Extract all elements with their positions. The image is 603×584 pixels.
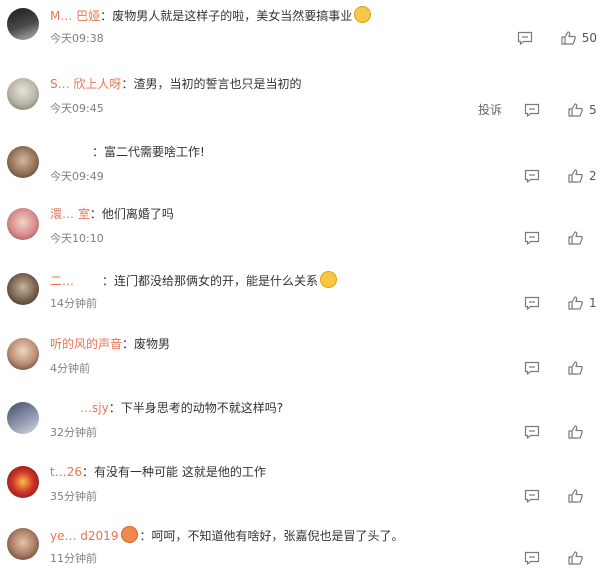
comment-text: 连门都没给那俩女的开，能是什么关系 <box>114 274 319 288</box>
comment-item: S… 欣上人呀：渣男，当初的誓言也只是当初的 今天09:45 投诉 5 <box>0 70 603 134</box>
username-link[interactable]: 二… <box>50 274 74 288</box>
reply-button[interactable] <box>524 551 568 565</box>
comment-item: 二… ：连门都没给那俩女的开，能是什么关系 14分钟前 1 <box>0 265 603 329</box>
comment-time: 今天09:49 <box>50 170 104 183</box>
username-link[interactable]: …sjy <box>50 401 109 415</box>
avatar[interactable] <box>7 466 39 498</box>
comment-item: 听的风的声音：废物男 4分钟前 <box>0 330 603 394</box>
thumbs-up-icon <box>568 425 583 439</box>
like-button[interactable] <box>568 425 597 439</box>
thumbs-up-icon <box>561 31 576 45</box>
like-count: 2 <box>589 169 597 183</box>
like-count: 50 <box>581 31 597 45</box>
comment-list: M… 巴娅：废物男人就是这样子的啦，美女当然要搞事业 今天09:38 50 S…… <box>0 0 603 572</box>
comment-time: 4分钟前 <box>50 362 90 375</box>
colon: ： <box>108 401 121 415</box>
fan-badge-icon <box>121 526 139 543</box>
reply-button[interactable] <box>524 296 568 310</box>
comment-text: 他们离婚了吗 <box>101 207 174 221</box>
comment-item: t…26：有没有一种可能 这就是他的工作 35分钟前 <box>0 458 603 522</box>
comment-item: …sjy：下半身思考的动物不就这样吗? 32分钟前 <box>0 394 603 458</box>
reply-button[interactable] <box>524 169 568 183</box>
like-count: 5 <box>589 102 597 117</box>
comment-time: 今天09:45 <box>50 102 104 115</box>
thumbs-up-icon <box>568 169 583 183</box>
comment-item: ye… d2019 ：呵呵，不知道他有啥好，张嘉倪也是冒了头了。 11分钟前 <box>0 520 603 584</box>
avatar[interactable] <box>7 528 39 560</box>
username-link[interactable]: t…26 <box>50 465 82 479</box>
thumbs-up-icon <box>568 361 583 375</box>
comment-time: 14分钟前 <box>50 297 97 310</box>
avatar[interactable] <box>7 78 39 110</box>
reply-button[interactable] <box>517 31 561 45</box>
username-link[interactable]: M… 巴娅 <box>50 9 100 23</box>
comment-time: 35分钟前 <box>50 490 97 503</box>
like-button[interactable] <box>568 361 597 375</box>
avatar[interactable] <box>7 338 39 370</box>
thumbs-up-icon <box>568 102 583 117</box>
like-button[interactable]: 5 <box>568 103 597 117</box>
comment-time: 11分钟前 <box>50 552 97 565</box>
thumbs-up-icon <box>568 231 583 245</box>
colon: ： <box>122 337 135 351</box>
colon: ： <box>139 529 152 543</box>
comment-item: ：富二代需要啥工作! 今天09:49 2 <box>0 138 603 202</box>
like-button[interactable]: 2 <box>568 169 597 183</box>
colon: ： <box>92 145 105 159</box>
like-button[interactable]: 50 <box>561 31 597 45</box>
comment-icon <box>524 103 540 117</box>
username-link[interactable]: 澴… 室 <box>50 207 90 221</box>
comment-icon <box>524 231 540 245</box>
comment-icon <box>524 489 540 503</box>
colon: ： <box>100 9 113 23</box>
comment-time: 32分钟前 <box>50 426 97 439</box>
username-link[interactable]: ye… d2019 <box>50 529 118 543</box>
report-button[interactable]: 投诉 <box>478 101 502 118</box>
reply-button[interactable] <box>524 489 568 503</box>
reply-button[interactable] <box>524 361 568 375</box>
comment-text: 废物男人就是这样子的啦，美女当然要搞事业 <box>112 9 353 23</box>
like-button[interactable] <box>568 551 597 565</box>
comment-time: 今天10:10 <box>50 232 104 245</box>
comment-icon <box>524 296 540 310</box>
like-button[interactable] <box>568 231 597 245</box>
like-count: 1 <box>589 296 597 310</box>
reply-button[interactable] <box>524 231 568 245</box>
colon: ： <box>121 77 134 91</box>
comment-icon <box>524 169 540 183</box>
thumbs-up-icon <box>568 551 583 565</box>
reply-button[interactable] <box>524 425 568 439</box>
thumbs-up-icon <box>568 296 583 310</box>
comment-text: 废物男 <box>134 337 171 351</box>
avatar[interactable] <box>7 273 39 305</box>
comment-text: 呵呵，不知道他有啥好，张嘉倪也是冒了头了。 <box>151 529 404 543</box>
thumbs-up-icon <box>568 489 583 503</box>
avatar[interactable] <box>7 146 39 178</box>
username-link[interactable]: 听的风的声音 <box>50 337 122 351</box>
cat-face-emoji <box>354 6 372 23</box>
comment-text: 富二代需要啥工作! <box>104 145 205 159</box>
comment-text: 下半身思考的动物不就这样吗? <box>120 401 284 415</box>
like-button[interactable]: 1 <box>568 296 597 310</box>
colon: ： <box>81 465 94 479</box>
username-link[interactable]: S… 欣上人呀 <box>50 77 121 91</box>
comment-item: M… 巴娅：废物男人就是这样子的啦，美女当然要搞事业 今天09:38 50 <box>0 0 603 64</box>
like-button[interactable] <box>568 489 597 503</box>
comment-text: 有没有一种可能 这就是他的工作 <box>94 465 266 479</box>
comment-icon <box>524 425 540 439</box>
comment-item: 澴… 室：他们离婚了吗 今天10:10 <box>0 200 603 264</box>
comment-text: 渣男，当初的誓言也只是当初的 <box>133 77 302 91</box>
colon: ： <box>102 274 115 288</box>
colon: ： <box>89 207 102 221</box>
reply-button[interactable] <box>524 103 568 117</box>
comment-icon <box>524 551 540 565</box>
avatar[interactable] <box>7 402 39 434</box>
comment-icon <box>524 361 540 375</box>
avatar[interactable] <box>7 8 39 40</box>
laughing-crying-emoji <box>320 271 338 288</box>
comment-time: 今天09:38 <box>50 32 104 45</box>
comment-icon <box>517 31 532 45</box>
avatar[interactable] <box>7 208 39 240</box>
